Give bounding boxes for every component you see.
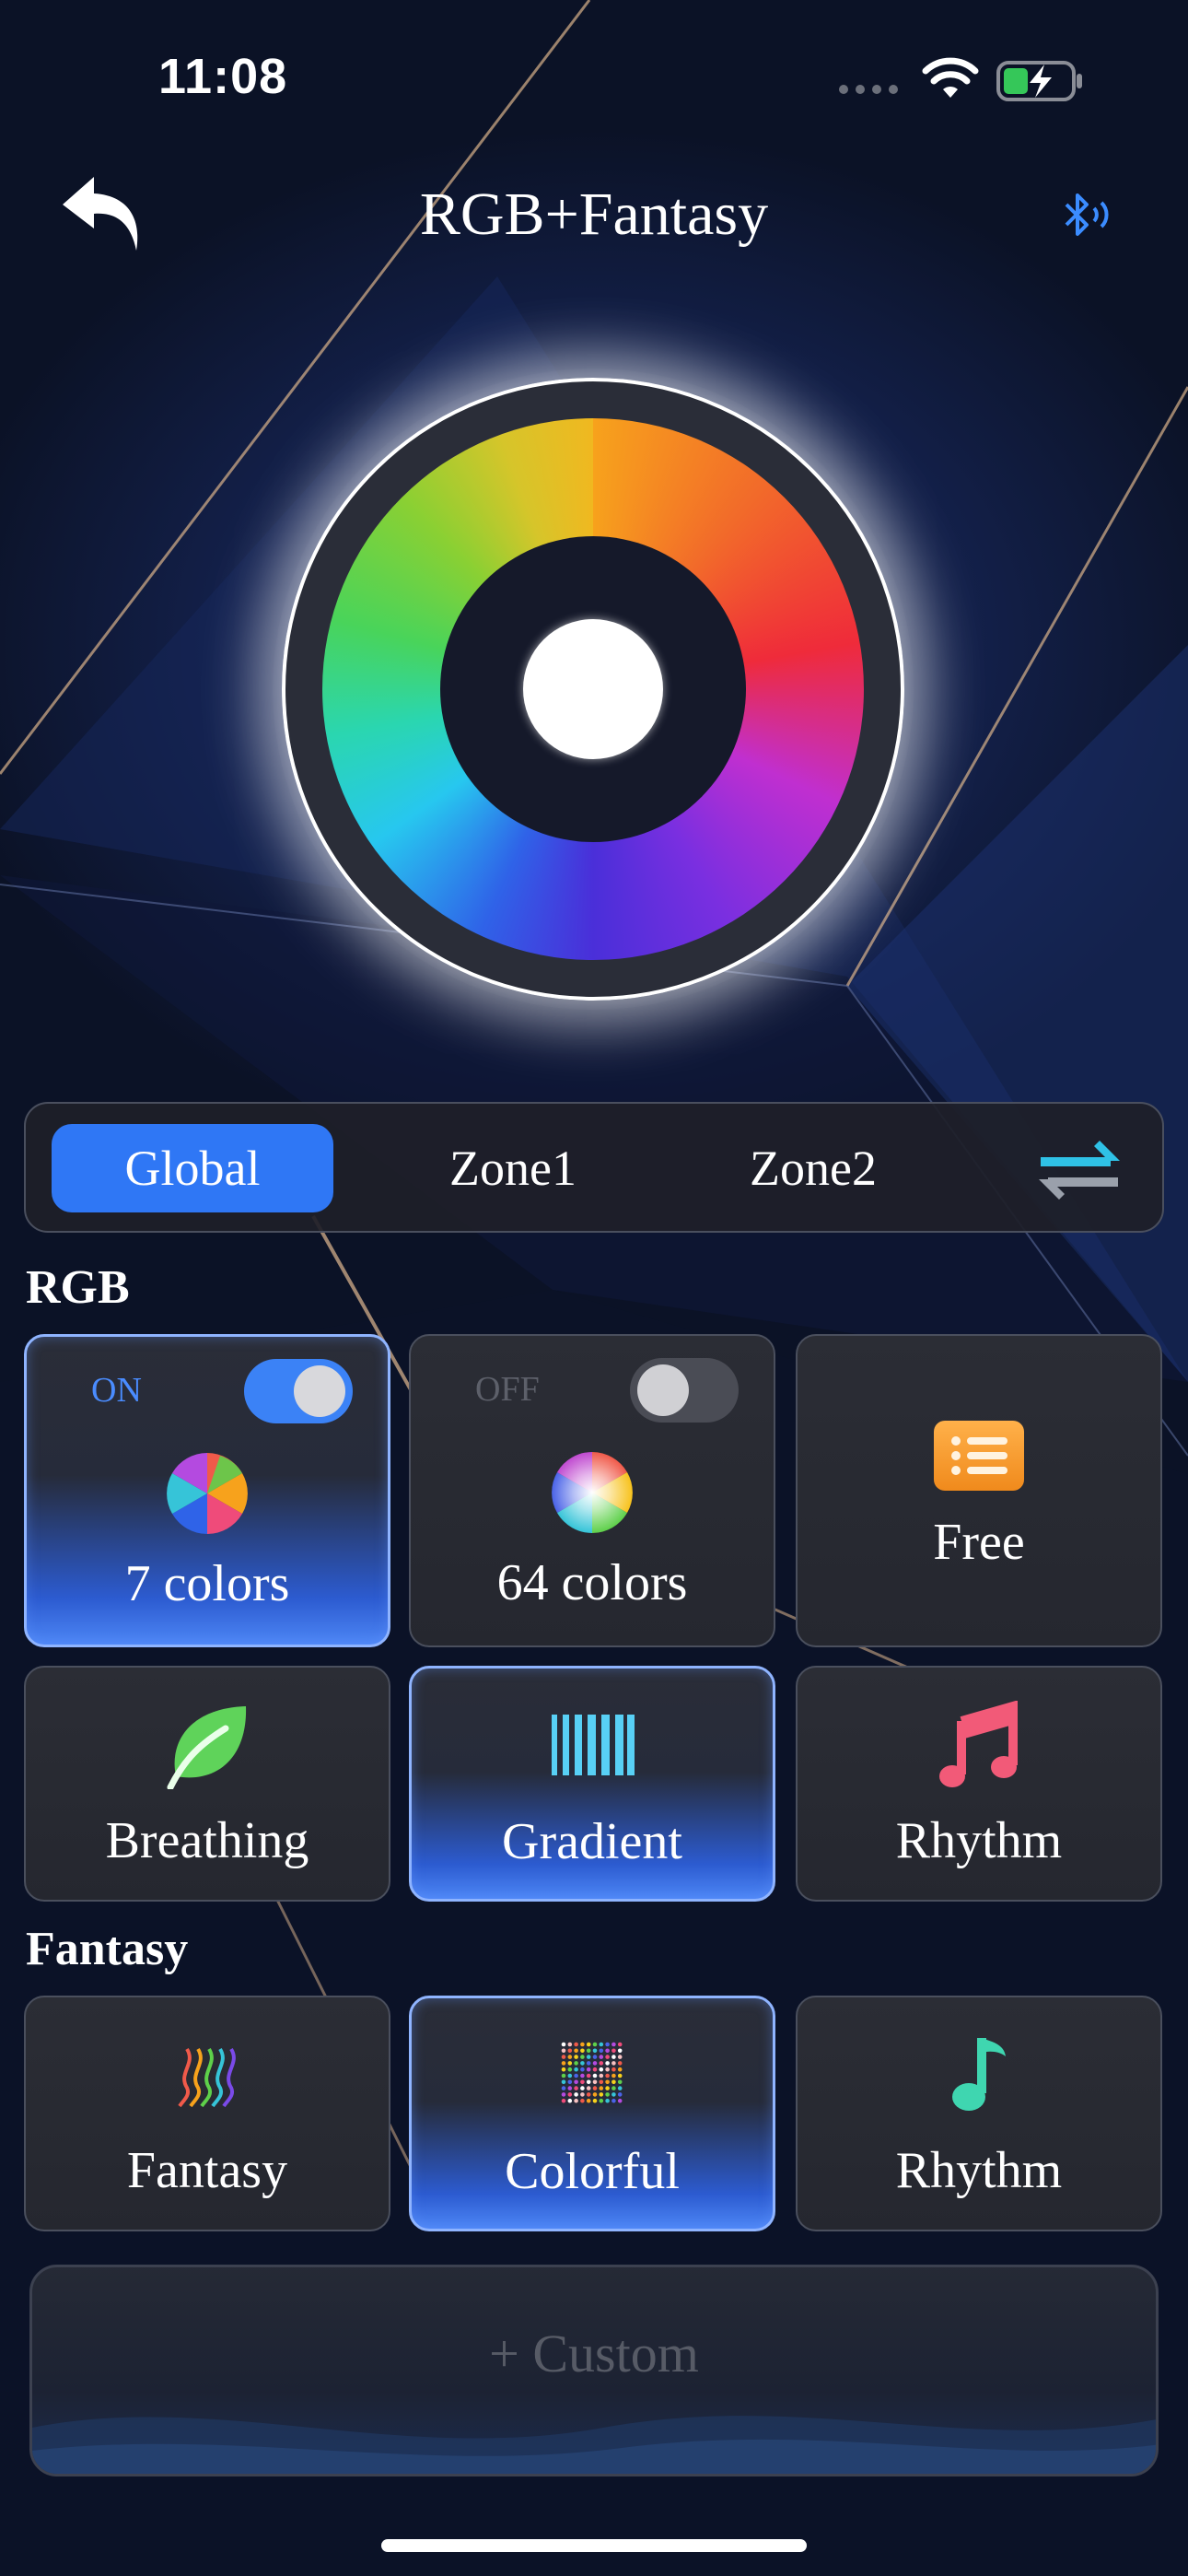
rgb-section-label: RGB	[26, 1261, 130, 1314]
tile-label: Colorful	[505, 2143, 680, 2200]
tile-rhythm[interactable]: Rhythm	[796, 1666, 1162, 1902]
on-off-text: OFF	[475, 1370, 540, 1409]
status-time: 11:08	[158, 49, 288, 104]
fantasy-section-label: Fantasy	[26, 1923, 189, 1975]
zone-tab-bar: Global Zone1 Zone2	[24, 1102, 1164, 1233]
toggle-switch[interactable]	[630, 1358, 739, 1423]
tile-label: Rhythm	[895, 2142, 1063, 2199]
rainbow-waves-icon	[178, 2047, 236, 2108]
page-title: RGB+Fantasy	[419, 181, 769, 248]
tile-label: 7 colors	[124, 1555, 290, 1612]
color-wheel[interactable]	[273, 369, 914, 1010]
custom-label: + Custom	[489, 2324, 699, 2383]
list-icon	[934, 1421, 1024, 1491]
tile-colorful[interactable]: Colorful	[409, 1996, 775, 2231]
swap-zones-button[interactable]	[1033, 1137, 1125, 1203]
tile-free[interactable]: Free	[796, 1334, 1162, 1647]
color-wheel-icon	[552, 1452, 633, 1533]
leaf-icon	[167, 1706, 247, 1789]
tile-64-colors[interactable]: OFF 64 colors	[409, 1334, 775, 1647]
tile-label: Rhythm	[895, 1812, 1063, 1869]
music-notes-icon	[939, 1701, 1018, 1787]
home-indicator[interactable]	[381, 2539, 807, 2552]
dot-grid-icon	[561, 2042, 623, 2103]
cellular-signal-icon	[839, 85, 898, 94]
bluetooth-button[interactable]	[1059, 190, 1114, 241]
tab-zone2[interactable]: Zone2	[672, 1124, 954, 1212]
tile-fantasy[interactable]: Fantasy	[24, 1996, 390, 2231]
add-custom-button[interactable]: + Custom	[29, 2265, 1159, 2476]
toggle-switch[interactable]	[244, 1359, 353, 1423]
music-note-icon	[952, 2038, 1006, 2111]
status-bar: 11:08	[0, 0, 1188, 157]
tile-label: Gradient	[502, 1813, 682, 1870]
color-pie-icon	[167, 1453, 248, 1534]
tile-label: Breathing	[105, 1812, 309, 1869]
wheel-knob[interactable]	[523, 619, 663, 759]
tab-zone1[interactable]: Zone1	[372, 1124, 654, 1212]
tile-label: Fantasy	[126, 2142, 288, 2199]
wifi-icon	[922, 57, 979, 98]
tile-label: 64 colors	[496, 1554, 688, 1611]
swap-arrows-icon	[1039, 1141, 1120, 1200]
tile-7-colors[interactable]: ON 7 colors	[24, 1334, 390, 1647]
battery-charging-icon	[996, 61, 1082, 101]
tile-breathing[interactable]: Breathing	[24, 1666, 390, 1902]
bluetooth-icon	[1065, 193, 1109, 236]
tile-rhythm-fantasy[interactable]: Rhythm	[796, 1996, 1162, 2231]
on-off-text: ON	[91, 1371, 142, 1410]
tab-global[interactable]: Global	[52, 1124, 333, 1212]
tile-gradient[interactable]: Gradient	[409, 1666, 775, 1902]
gradient-bars-icon	[552, 1715, 635, 1775]
tile-label: Free	[933, 1514, 1025, 1571]
